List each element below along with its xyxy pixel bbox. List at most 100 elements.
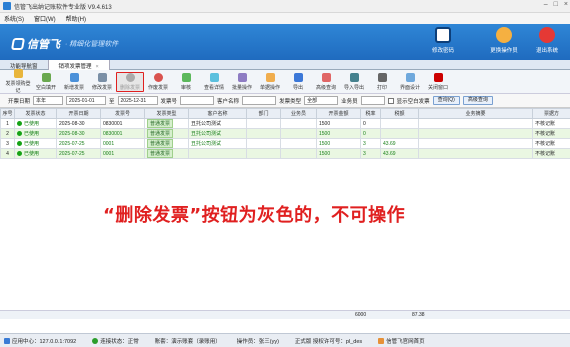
invoice-no-input[interactable] <box>180 96 215 105</box>
table-row[interactable]: 3 已使用 2025-07-25 0001 普通发票 丑托公司测试 1500 3… <box>0 138 570 149</box>
tb-label: 导出 <box>292 84 303 91</box>
cell-dept <box>246 128 281 139</box>
connected-icon <box>92 337 99 344</box>
table-header: 序号 发票状态 开票日期 发票号 发票类型 客户名称 部门 业务员 开票金额 税… <box>0 108 570 119</box>
menu-system[interactable]: 系统(S) <box>4 14 24 23</box>
col-header[interactable]: 发票类型 <box>144 108 189 119</box>
printer-icon <box>377 72 387 82</box>
check-icon <box>181 72 191 82</box>
tb-label: 作废发票 <box>147 84 168 91</box>
col-header[interactable]: 发票号 <box>100 108 145 119</box>
cell-customer <box>188 148 247 159</box>
logo-icon <box>10 38 26 50</box>
website-link[interactable]: 信管飞官网首页 <box>378 337 425 345</box>
date-to-input[interactable]: 2025-12-31 <box>117 96 158 105</box>
col-header[interactable]: 业务摘要 <box>418 108 533 119</box>
date-from-input[interactable]: 2025-01-01 <box>66 96 107 105</box>
add-icon <box>69 72 79 82</box>
col-header[interactable]: 发票状态 <box>14 108 57 119</box>
totals-row: 6000 87.38 <box>0 310 570 319</box>
purchase-register-button[interactable]: 发票领购登记 <box>4 69 32 94</box>
table-row[interactable]: 4 已使用 2025-07-25 0001 普通发票 1500 3 43.69 … <box>0 148 570 159</box>
view-detail-button[interactable]: 查看详情 <box>200 72 228 91</box>
maximize-icon[interactable]: □ <box>554 1 558 8</box>
customer-input[interactable] <box>242 96 277 105</box>
col-header[interactable]: 部门 <box>246 108 281 119</box>
cell-tax: 43.69 <box>380 138 419 149</box>
advanced-query-filter-button[interactable]: 高级查询 <box>462 96 493 105</box>
print-button[interactable]: 打印 <box>368 72 396 91</box>
blank-issue-button[interactable]: 空白填开 <box>32 72 60 91</box>
type-tag: 普通发票 <box>147 129 174 138</box>
toolbar: 发票领购登记 空白填开 新增发票 修改发票 删除发票 作废发票 审核 查看详情 … <box>0 69 570 94</box>
table-row[interactable]: 2 已使用 2025-08-30 0830001 普通发票 丑托公司测试 150… <box>0 128 570 139</box>
menu-help[interactable]: 帮助(H) <box>66 14 86 23</box>
advanced-query-button[interactable]: 高级查询 <box>312 72 340 91</box>
export-button[interactable]: 导出 <box>284 72 312 91</box>
col-header[interactable]: 开票金额 <box>316 108 361 119</box>
cell-index: 2 <box>0 128 15 139</box>
close-window-button[interactable]: 关闭窗口 <box>424 72 452 91</box>
col-header[interactable]: 税额 <box>380 108 419 119</box>
folder-icon <box>13 69 23 78</box>
audit-button[interactable]: 审核 <box>172 72 200 91</box>
status-dot-icon <box>17 121 22 126</box>
type-select[interactable]: 全部 <box>304 96 339 105</box>
batch-button[interactable]: 批量操作 <box>228 72 256 91</box>
change-password-button[interactable]: 修改密码 <box>426 27 460 54</box>
layout-design-button[interactable]: 界面设计 <box>396 72 424 91</box>
cell-customer: 丑托公司测试 <box>188 128 247 139</box>
salesman-input[interactable] <box>360 96 385 105</box>
cell-amount: 1500 <box>316 128 361 139</box>
brand-logo: 信管飞 · 精细化管理软件 <box>10 36 118 52</box>
col-header[interactable]: 客户名称 <box>188 108 247 119</box>
period-select[interactable]: 本年 <box>33 96 64 105</box>
col-header[interactable]: 业务员 <box>280 108 317 119</box>
logo-text: 信管飞 <box>27 39 60 51</box>
type-tag: 普通发票 <box>147 149 174 158</box>
table-row[interactable]: 1 已使用 2025-08-30 0830001 普通发票 丑托公司测试 150… <box>0 118 570 129</box>
tb-label: 高级查询 <box>315 84 336 91</box>
cell-salesman <box>280 128 317 139</box>
cell-invoice-no: 0830001 <box>100 128 145 139</box>
filter-bar: 开票日期 本年 2025-01-01 至 2025-12-31 发票号 客户名称… <box>0 94 570 108</box>
window-titlebar: 信管飞出纳记账软件专业版 V9.4.613 – □ × <box>0 0 570 13</box>
minimize-icon[interactable]: – <box>544 1 548 8</box>
document-button[interactable]: 单据操作 <box>256 72 284 91</box>
tb-label: 打印 <box>376 84 387 91</box>
cell-date: 2025-07-25 <box>56 138 101 149</box>
tab-bar: 功能导航窗 销项发票管理 × <box>0 60 570 70</box>
tab-sales-invoice[interactable]: 销项发票管理 × <box>48 60 110 70</box>
switch-operator-button[interactable]: 更换操作员 <box>487 27 521 54</box>
home-icon <box>378 337 385 344</box>
status-text: 已使用 <box>24 131 40 137</box>
query-button[interactable]: 查询(Q) <box>432 96 460 105</box>
cell-rate: 0 <box>360 128 381 139</box>
tb-label: 查看详情 <box>203 84 224 91</box>
import-icon <box>349 72 359 82</box>
col-header[interactable]: 票据方 <box>532 108 570 119</box>
cell-type: 普通发票 <box>144 118 189 129</box>
new-invoice-button[interactable]: 新增发票 <box>60 72 88 91</box>
show-blank-checkbox[interactable] <box>387 97 394 104</box>
void-invoice-button[interactable]: 作废发票 <box>144 72 172 91</box>
exit-button[interactable]: 退出系统 <box>530 27 564 54</box>
user-icon <box>496 27 512 43</box>
import-export-button[interactable]: 导入导出 <box>340 72 368 91</box>
col-header[interactable]: 税率 <box>360 108 381 119</box>
cell-status: 已使用 <box>14 118 57 129</box>
close-icon[interactable]: × <box>564 1 568 8</box>
cell-summary <box>418 128 533 139</box>
col-header[interactable]: 序号 <box>0 108 15 119</box>
menu-window[interactable]: 窗口(W) <box>34 14 56 23</box>
cell-index: 1 <box>0 118 15 129</box>
website-link-text: 信管飞官网首页 <box>386 338 425 345</box>
app-center-text: 应用中心：127.0.0.1:7092 <box>12 338 77 345</box>
cell-bill-party: 不核记账 <box>532 148 570 159</box>
window-title: 信管飞出纳记账软件专业版 V9.4.613 <box>14 4 112 11</box>
cell-rate: 3 <box>360 138 381 149</box>
cell-type: 普通发票 <box>144 138 189 149</box>
cell-tax <box>380 118 419 129</box>
col-header[interactable]: 开票日期 <box>56 108 101 119</box>
edit-invoice-button[interactable]: 修改发票 <box>88 72 116 91</box>
